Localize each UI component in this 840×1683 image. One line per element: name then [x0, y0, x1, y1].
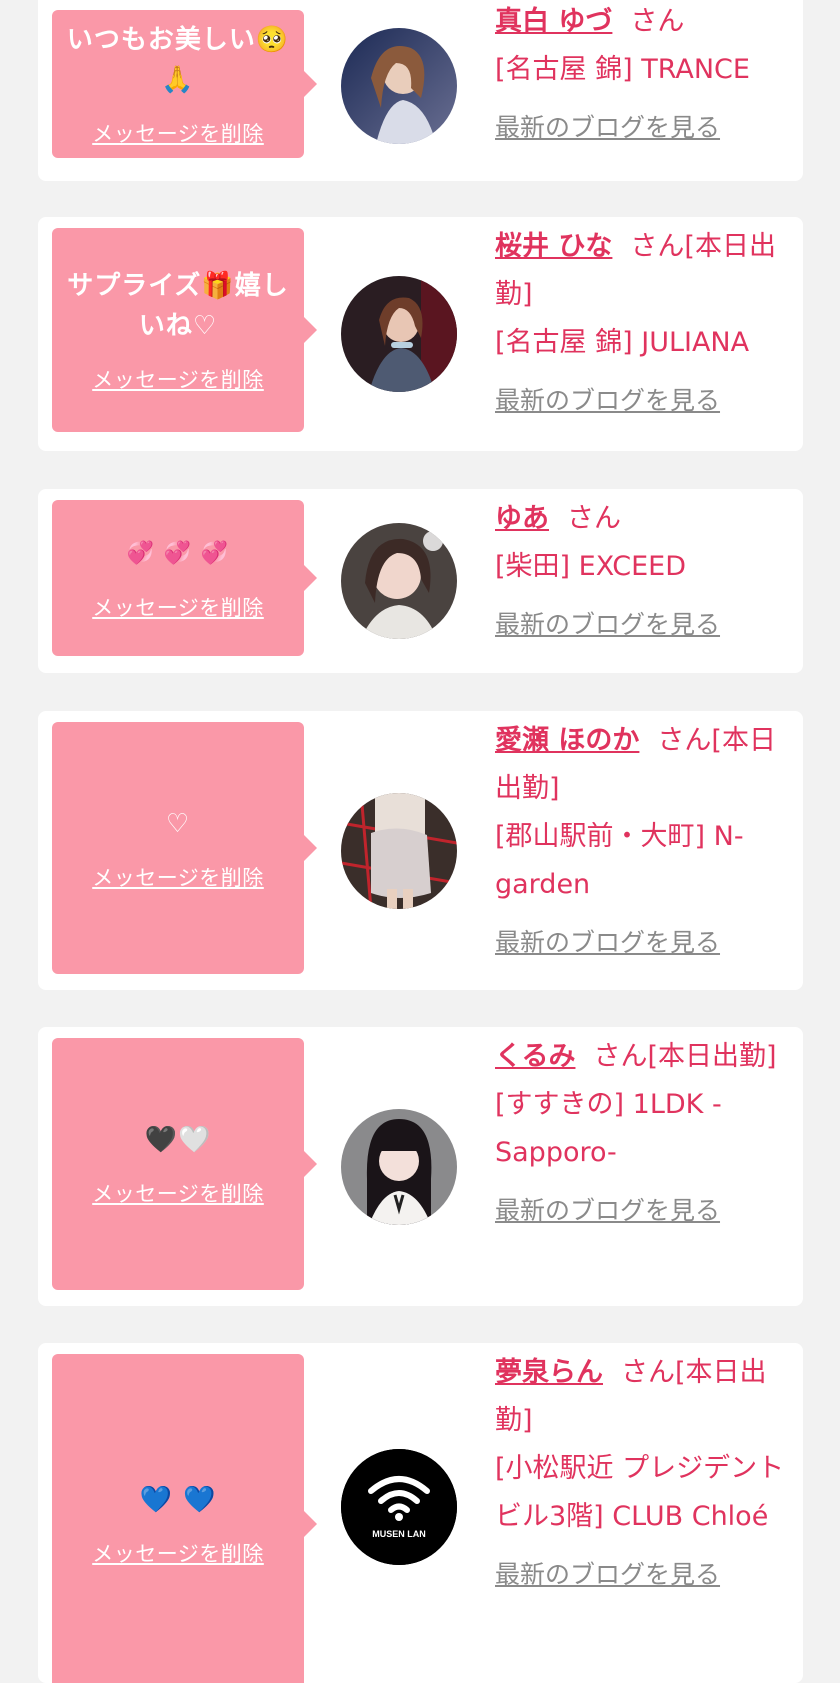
message-text: 🖤🤍: [144, 1125, 212, 1155]
cast-suffix: さん: [567, 503, 621, 534]
message-text: 💙 💙: [139, 1485, 217, 1515]
cast-name-link[interactable]: 夢泉らん: [495, 1357, 603, 1388]
shop-name: [すすきの] 1LDK -Sapporo-: [495, 1089, 722, 1168]
message-bubble: サプライズ🎁嬉しいね♡ メッセージを削除: [52, 228, 317, 432]
message-bubble: ♡ メッセージを削除: [52, 722, 317, 974]
avatar-photo: [341, 28, 457, 144]
message-card: 💞 💞 💞 メッセージを削除 ゆあ さん [柴田] EXCEED 最新のブログを見…: [38, 489, 803, 673]
latest-blog-link[interactable]: 最新のブログを見る: [495, 1551, 789, 1599]
latest-blog-link[interactable]: 最新のブログを見る: [495, 377, 789, 425]
cast-name-link[interactable]: ゆあ: [495, 503, 549, 534]
avatar-photo: [341, 523, 457, 639]
latest-blog-link[interactable]: 最新のブログを見る: [495, 601, 789, 649]
cast-info: 愛瀬 ほのか さん[本日出勤] [郡山駅前・大町] N-garden 最新のブログ…: [495, 717, 789, 967]
delete-message-link[interactable]: メッセージを削除: [92, 118, 264, 148]
cast-name-link[interactable]: 桜井 ひな: [495, 231, 612, 262]
logo-text: MUSEN LAN: [372, 1529, 426, 1539]
message-card: 💙 💙 メッセージを削除 MUSEN LAN 夢泉らん さん[本日出勤] [小松駅…: [38, 1343, 803, 1683]
avatar-photo: [341, 793, 457, 909]
cast-info: 真白 ゆづ さん [名古屋 錦] TRANCE 最新のブログを見る: [495, 0, 789, 152]
message-bubble: 💙 💙 メッセージを削除: [52, 1354, 317, 1683]
avatar[interactable]: [341, 793, 457, 909]
avatar[interactable]: MUSEN LAN: [341, 1449, 457, 1565]
message-bubble: 🖤🤍 メッセージを削除: [52, 1038, 317, 1290]
cast-info: 桜井 ひな さん[本日出勤] [名古屋 錦] JULIANA 最新のブログを見る: [495, 223, 789, 425]
delete-message-link[interactable]: メッセージを削除: [92, 1538, 264, 1568]
delete-message-link[interactable]: メッセージを削除: [92, 1178, 264, 1208]
shop-name: [名古屋 錦] JULIANA: [495, 327, 750, 358]
cast-suffix: さん: [630, 6, 685, 37]
avatar[interactable]: [341, 1109, 457, 1225]
avatar[interactable]: [341, 28, 457, 144]
message-bubble: いつもお美しい🥺🙏 メッセージを削除: [52, 10, 317, 158]
message-text: ♡: [165, 809, 191, 839]
shop-name: [郡山駅前・大町] N-garden: [495, 821, 744, 900]
shop-name: [小松駅近 プレジデントビル3階] CLUB Chloé: [495, 1453, 785, 1532]
latest-blog-link[interactable]: 最新のブログを見る: [495, 919, 789, 967]
latest-blog-link[interactable]: 最新のブログを見る: [495, 104, 789, 152]
message-text: いつもお美しい🥺🙏: [66, 25, 290, 95]
delete-message-link[interactable]: メッセージを削除: [92, 592, 264, 622]
avatar[interactable]: [341, 523, 457, 639]
cast-info: くるみ さん[本日出勤] [すすきの] 1LDK -Sapporo- 最新のブログ…: [495, 1033, 789, 1235]
cast-info: 夢泉らん さん[本日出勤] [小松駅近 プレジデントビル3階] CLUB Chlo…: [495, 1349, 789, 1599]
message-card: いつもお美しい🥺🙏 メッセージを削除 真白 ゆづ さん [名古屋 錦] TRANC…: [38, 0, 803, 181]
cast-suffix: さん[本日出勤]: [593, 1041, 777, 1072]
message-bubble: 💞 💞 💞 メッセージを削除: [52, 500, 317, 656]
cast-name-link[interactable]: 真白 ゆづ: [495, 6, 612, 37]
message-text: 💞 💞 💞: [126, 541, 230, 566]
cast-name-link[interactable]: 愛瀬 ほのか: [495, 725, 639, 756]
cast-info: ゆあ さん [柴田] EXCEED 最新のブログを見る: [495, 495, 789, 649]
shop-name: [名古屋 錦] TRANCE: [495, 54, 750, 85]
delete-message-link[interactable]: メッセージを削除: [92, 862, 264, 892]
message-card: ♡ メッセージを削除 愛瀬 ほのか さん[本日出勤] [郡山駅前・大町] N-ga…: [38, 711, 803, 990]
message-card: サプライズ🎁嬉しいね♡ メッセージを削除 桜井 ひな さん[本日出勤] [名古屋 …: [38, 217, 803, 451]
avatar-photo: [341, 276, 457, 392]
shop-name: [柴田] EXCEED: [495, 551, 687, 582]
message-text: サプライズ🎁嬉しいね♡: [67, 271, 289, 341]
avatar-photo: [341, 1109, 457, 1225]
avatar[interactable]: [341, 276, 457, 392]
wifi-logo-icon: MUSEN LAN: [341, 1449, 457, 1565]
latest-blog-link[interactable]: 最新のブログを見る: [495, 1187, 789, 1235]
message-card: 🖤🤍 メッセージを削除 くるみ さん[本日出勤] [すすきの] 1LDK -Sap…: [38, 1027, 803, 1306]
delete-message-link[interactable]: メッセージを削除: [92, 364, 264, 394]
cast-name-link[interactable]: くるみ: [495, 1041, 575, 1072]
